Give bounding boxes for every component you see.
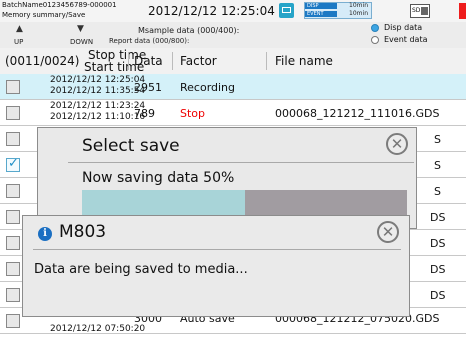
- row-file-name: 000068_121212_111016.GDS: [275, 107, 440, 120]
- clock-datetime: 2012/12/12 12:25:04: [148, 4, 275, 18]
- screen-title: Memory summary/Save: [2, 11, 86, 19]
- record-count: (0011/0024): [5, 54, 80, 68]
- row-checkbox[interactable]: [6, 288, 20, 302]
- disp-label: DISP: [307, 3, 319, 9]
- progress-text: Now saving data 50%: [82, 170, 235, 186]
- up-arrow-icon: ▲: [16, 24, 23, 34]
- row-checkbox[interactable]: [6, 106, 20, 120]
- batch-name: BatchName0123456789-000001: [2, 1, 117, 9]
- disp-bar: DISP: [305, 3, 337, 9]
- down-button-label: DOWN: [70, 38, 94, 46]
- alarm-indicator-icon: [459, 3, 466, 19]
- event-label: EVENT: [307, 11, 324, 17]
- disp-event-indicator: DISP 10min EVENT 10min: [304, 2, 372, 19]
- close-icon[interactable]: ✕: [377, 221, 399, 243]
- event-bar: EVENT: [305, 11, 337, 17]
- row-file-name: DS: [430, 263, 446, 276]
- row-file-name: S: [434, 133, 441, 146]
- disp-interval: 10min: [349, 2, 368, 9]
- message-dialog: i M803 ✕ Data are being saved to media..…: [22, 215, 410, 317]
- close-icon[interactable]: ✕: [386, 133, 408, 155]
- row-data: 789: [134, 107, 155, 120]
- event-data-radio[interactable]: Event data: [370, 35, 464, 46]
- row-stop-time: 2012/12/12 12:25:04: [50, 75, 146, 85]
- toolbar: ▲ UP ▼ DOWN Msample data (000/400): Repo…: [0, 22, 466, 49]
- row-file-name: S: [434, 159, 441, 172]
- display-mode-icon: [279, 3, 294, 18]
- radio-unselected-icon: [371, 36, 379, 44]
- row-start-time: 2012/12/12 11:35:54: [50, 86, 146, 96]
- row-file-name: S: [434, 185, 441, 198]
- dialog-title: Select save: [82, 136, 180, 156]
- row-checkbox[interactable]: [6, 132, 20, 146]
- divider: [68, 162, 414, 163]
- report-data-count: Report data (000/800):: [109, 37, 190, 45]
- row-checkbox[interactable]: [6, 210, 20, 224]
- col-data[interactable]: Data: [134, 54, 163, 68]
- status-bar: BatchName0123456789-000001 Memory summar…: [0, 0, 466, 23]
- down-arrow-icon: ▼: [77, 24, 84, 34]
- row-checkbox[interactable]: [6, 236, 20, 250]
- divider: [33, 249, 401, 250]
- message-code: M803: [59, 222, 107, 242]
- sd-label: SD: [412, 7, 421, 14]
- row-start-time: 2012/12/12 11:10:16: [50, 112, 146, 122]
- row-checkbox[interactable]: [6, 314, 20, 328]
- disp-data-radio[interactable]: Disp data: [370, 23, 464, 34]
- select-save-dialog: Select save ✕ Now saving data 50%: [37, 127, 417, 229]
- message-text: Data are being saved to media...: [34, 262, 248, 277]
- table-row[interactable]: 2012/12/12 11:23:24 2012/12/12 11:10:16 …: [0, 100, 466, 126]
- sd-card-icon: SD: [410, 4, 430, 18]
- radio-selected-icon: [371, 24, 379, 32]
- sd-card-glyph: [421, 7, 428, 15]
- row-checkbox[interactable]: [6, 184, 20, 198]
- row-start-time: 2012/12/12 07:50:20: [50, 324, 146, 334]
- column-divider: [266, 52, 267, 70]
- row-file-name: DS: [430, 237, 446, 250]
- event-data-label: Event data: [384, 35, 428, 44]
- row-checkbox[interactable]: [6, 262, 20, 276]
- row-stop-time: 2012/12/12 11:23:24: [50, 101, 146, 111]
- column-divider: [172, 52, 173, 70]
- col-factor[interactable]: Factor: [180, 54, 217, 68]
- row-data: 2951: [134, 81, 162, 94]
- info-icon: i: [38, 227, 52, 241]
- event-interval: 10min: [349, 10, 368, 17]
- disp-data-label: Disp data: [384, 23, 423, 32]
- up-button-label: UP: [14, 38, 24, 46]
- table-header: (0011/0024) Stop time Start time Data Fa…: [0, 48, 466, 75]
- col-file-name[interactable]: File name: [275, 54, 333, 68]
- row-file-name: DS: [430, 211, 446, 224]
- row-file-name: DS: [430, 289, 446, 302]
- row-checkbox-checked[interactable]: [6, 156, 20, 172]
- row-checkbox[interactable]: [6, 80, 20, 94]
- msample-data-count: Msample data (000/400):: [138, 26, 240, 35]
- row-factor: Recording: [180, 81, 236, 94]
- column-divider: [128, 52, 129, 70]
- table-row[interactable]: 2012/12/12 12:25:04 2012/12/12 11:35:54 …: [0, 74, 466, 100]
- row-factor: Stop: [180, 107, 206, 120]
